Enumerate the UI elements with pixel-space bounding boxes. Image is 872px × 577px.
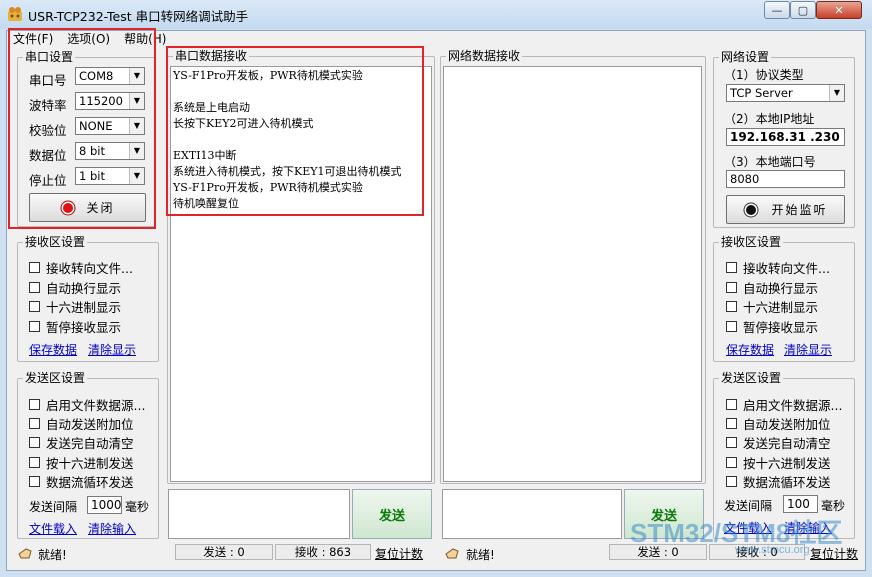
chevron-down-icon[interactable]: ▼ [129,143,144,159]
checkbox-auto-wrap[interactable]: 自动换行显示 [29,278,121,297]
clear-input-link[interactable]: 清除输入 [88,520,136,537]
interval-unit-net: 毫秒 [821,499,846,513]
recv-line [173,84,429,100]
reset-count-link[interactable]: 复位计数 [375,545,423,562]
recv-line: 长按下KEY2可进入待机模式 [173,117,314,130]
checkbox-pause-display-net[interactable]: 暂停接收显示 [726,317,818,336]
close-button[interactable]: ✕ [816,1,862,19]
menu-help[interactable]: 帮助(H) [117,31,173,47]
port-status-icon [60,200,76,215]
send-settings-left-title: 发送区设置 [25,371,86,385]
port-number-input[interactable]: 8080 [726,170,845,188]
clear-display-link-net[interactable]: 清除显示 [784,341,832,358]
interval-input[interactable]: 1000 [87,496,122,514]
recv-line: 系统是上电启动 [173,101,250,114]
net-send-input[interactable] [442,489,622,539]
port-number-label: （3）本地端口号 [724,155,816,169]
chevron-down-icon[interactable]: ▼ [129,68,144,84]
checkbox-auto-wrap-net[interactable]: 自动换行显示 [726,278,818,297]
checkbox-recv-to-file-net[interactable]: 接收转向文件... [726,258,830,277]
checkbox-hex-display-net[interactable]: 十六进制显示 [726,297,818,316]
interval-input-net[interactable]: 100 [783,495,818,513]
start-listen-button[interactable]: 开始监听 [726,195,845,224]
status-ready-net: 就绪! [466,548,495,562]
checkbox-auto-append-net[interactable]: 自动发送附加位 [726,414,831,433]
net-recv-title: 网络数据接收 [448,49,521,63]
save-data-link[interactable]: 保存数据 [29,341,77,358]
serial-send-button[interactable]: 发送 [352,489,432,539]
databits-label: 数据位 [29,148,67,163]
recv-line: YS-F1Pro开发板，PWR待机模式实验 [173,69,363,82]
file-load-link[interactable]: 文件载入 [29,520,77,537]
hand-pointer-icon [445,548,459,559]
checkbox-hex-display[interactable]: 十六进制显示 [29,297,121,316]
maximize-button[interactable]: ▢ [790,1,816,19]
port-label: 串口号 [29,73,67,88]
recv-line: EXTI13中断 [173,149,237,162]
app-icon [8,7,22,21]
stopbits-label: 停止位 [29,173,67,188]
ip-label: （2）本地IP地址 [724,112,815,126]
checkbox-file-source[interactable]: 启用文件数据源... [29,395,145,414]
close-port-button[interactable]: 关闭 [29,193,146,222]
status-recv-count: 接收 : 863 [275,544,371,560]
checkbox-auto-append[interactable]: 自动发送附加位 [29,414,134,433]
checkbox-hex-send-net[interactable]: 按十六进制发送 [726,453,831,472]
parity-select[interactable]: NONE ▼ [75,117,145,135]
databits-select[interactable]: 8 bit ▼ [75,142,145,160]
checkbox-loop-send[interactable]: 数据流循环发送 [29,472,134,491]
menu-bar: 文件(F) 选项(O) 帮助(H) [6,31,173,47]
checkbox-file-source-net[interactable]: 启用文件数据源... [726,395,842,414]
status-ready: 就绪! [38,548,67,562]
net-recv-textarea[interactable] [443,66,702,482]
interval-unit: 毫秒 [125,500,150,514]
menu-file[interactable]: 文件(F) [6,31,60,47]
ip-input[interactable]: 192.168.31 .230 [726,128,845,146]
interval-label: 发送间隔 [29,500,78,514]
stopbits-select[interactable]: 1 bit ▼ [75,167,145,185]
chevron-down-icon[interactable]: ▼ [129,93,144,109]
baud-label: 波特率 [29,98,67,113]
serial-recv-title: 串口数据接收 [175,49,248,63]
net-settings-title: 网络设置 [721,50,770,64]
checkbox-recv-to-file[interactable]: 接收转向文件... [29,258,133,277]
chevron-down-icon[interactable]: ▼ [129,168,144,184]
serial-recv-textarea[interactable]: YS-F1Pro开发板，PWR待机模式实验 系统是上电启动 长按下KEY2可进入… [170,66,432,482]
listen-status-icon [743,202,759,217]
status-send-count: 发送 : 0 [175,544,273,560]
save-data-link-net[interactable]: 保存数据 [726,341,774,358]
recv-line: YS-F1Pro开发板，PWR待机模式实验 [173,181,363,194]
chevron-down-icon[interactable]: ▼ [129,118,144,134]
menu-options[interactable]: 选项(O) [60,31,117,47]
clear-display-link[interactable]: 清除显示 [88,341,136,358]
watermark-url: www.stmcu.org [735,544,810,556]
chevron-down-icon[interactable]: ▼ [829,85,844,101]
hand-pointer-icon [18,548,32,559]
checkbox-auto-clear-net[interactable]: 发送完自动清空 [726,433,831,452]
parity-label: 校验位 [29,123,67,138]
minimize-button[interactable]: — [764,1,790,19]
recv-line: 待机唤醒复位 [173,197,239,210]
recv-settings-right-title: 接收区设置 [721,235,782,249]
serial-send-input[interactable] [168,489,350,539]
protocol-select[interactable]: TCP Server ▼ [726,84,845,102]
recv-line [173,132,429,148]
serial-settings-title: 串口设置 [25,50,74,64]
checkbox-loop-send-net[interactable]: 数据流循环发送 [726,472,831,491]
interval-label-net: 发送间隔 [724,499,773,513]
window-title: USR-TCP232-Test 串口转网络调试助手 [28,9,249,24]
checkbox-pause-display[interactable]: 暂停接收显示 [29,317,121,336]
recv-settings-left-title: 接收区设置 [25,235,86,249]
checkbox-auto-clear[interactable]: 发送完自动清空 [29,433,134,452]
port-select[interactable]: COM8 ▼ [75,67,145,85]
send-settings-right-title: 发送区设置 [721,371,782,385]
checkbox-hex-send[interactable]: 按十六进制发送 [29,453,134,472]
recv-line: 系统进入待机模式，按下KEY1可退出待机模式 [173,165,402,178]
protocol-label: （1）协议类型 [724,68,804,82]
baud-select[interactable]: 115200 ▼ [75,92,145,110]
